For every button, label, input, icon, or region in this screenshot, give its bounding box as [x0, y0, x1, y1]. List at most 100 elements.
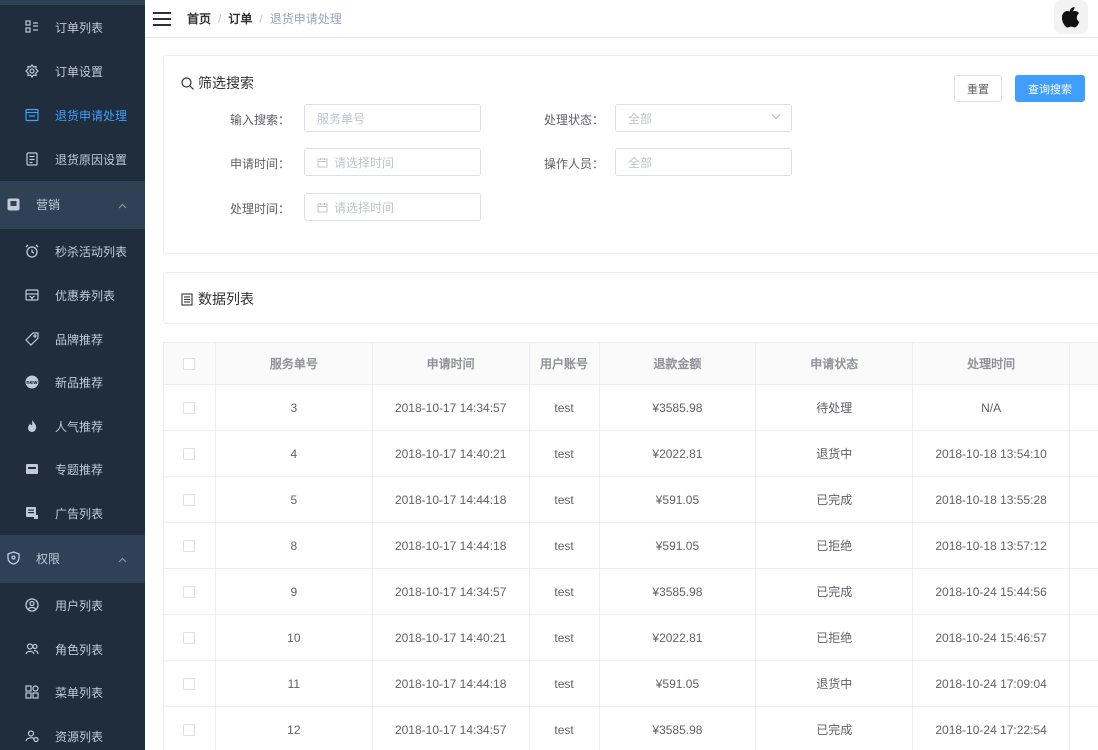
sidebar-item-order-setting[interactable]: 订单设置 — [0, 49, 145, 93]
order-list-icon — [24, 19, 40, 35]
table-cell-extra — [1070, 661, 1098, 707]
calendar-icon — [317, 157, 328, 168]
list-title-text: 数据列表 — [198, 291, 254, 307]
table-cell: ¥2022.81 — [599, 431, 757, 477]
sidebar-item-topic-recommend[interactable]: 专题推荐 — [0, 447, 145, 491]
table-cell: ¥591.05 — [599, 477, 757, 523]
table-cell: test — [529, 661, 600, 707]
table-cell: 2018-10-17 14:34:57 — [372, 569, 530, 615]
sidebar-item-hot-recommend[interactable]: 人气推荐 — [0, 404, 145, 448]
table-cell: 2018-10-18 13:55:28 — [913, 477, 1070, 523]
table-cell: 2018-10-24 15:44:56 — [913, 569, 1070, 615]
sidebar-item-flash-sale[interactable]: 秒杀活动列表 — [0, 229, 145, 273]
search-button[interactable]: 查询搜索 — [1015, 75, 1085, 102]
row-checkbox[interactable] — [183, 493, 196, 506]
table-cell: 2018-10-17 14:34:57 — [373, 707, 530, 750]
sidebar-item-label: 退货原因设置 — [55, 152, 128, 167]
table-cell: 2018-10-24 17:22:54 — [913, 707, 1070, 750]
table-cell: 2018-10-17 14:34:57 — [372, 385, 530, 431]
sidebar-item-label: 专题推荐 — [55, 462, 104, 477]
operator-label: 操作人员： — [543, 157, 604, 171]
table-row: 10 2018-10-17 14:40:21 test ¥2022.81 已拒绝 2018… — [164, 615, 1098, 661]
sidebar-group-marketing[interactable]: 营销 — [0, 181, 145, 227]
sidebar-item-new-recommend[interactable]: new 新品推荐 — [0, 360, 145, 404]
sidebar-item-label: 退货申请处理 — [55, 108, 128, 123]
table-cell: ¥591.05 — [599, 661, 757, 707]
reset-button[interactable]: 重置 — [954, 75, 1002, 102]
operator-input[interactable]: 全部 — [615, 148, 792, 176]
table-cell: 已完成 — [756, 569, 914, 615]
role-icon — [24, 641, 40, 657]
table-cell: 已完成 — [756, 707, 914, 750]
navbar: 首页 / 订单 / 退货申请处理 — [145, 0, 1098, 38]
table-cell: 退货中 — [756, 431, 914, 477]
apply-time-picker[interactable]: 请选择时间 — [304, 148, 481, 176]
breadcrumb-home[interactable]: 首页 — [187, 10, 211, 27]
row-checkbox[interactable] — [183, 585, 196, 598]
column-header: 申请状态 — [756, 343, 914, 385]
table-cell: test — [529, 615, 600, 661]
avatar[interactable] — [1054, 0, 1088, 34]
table-row: 3 2018-10-17 14:34:57 test ¥3585.98 待处理 N/A — [164, 385, 1098, 431]
sidebar-item-label: 人气推荐 — [55, 419, 104, 434]
keyword-input[interactable]: 服务单号 — [304, 104, 481, 132]
status-label: 处理状态： — [543, 113, 604, 127]
handle-time-placeholder: 请选择时间 — [334, 200, 395, 215]
table-cell: test — [529, 431, 600, 477]
list-card: 数据列表 — [163, 272, 1098, 324]
apply-time-label: 申请时间： — [229, 157, 290, 171]
table-cell: ¥3585.98 — [599, 569, 757, 615]
sidebar-item-return-apply[interactable]: 退货申请处理 — [0, 93, 145, 137]
ad-icon — [24, 505, 40, 521]
table-cell-extra — [1070, 477, 1098, 523]
handle-time-picker[interactable]: 请选择时间 — [304, 193, 481, 221]
column-header: 处理时间 — [913, 343, 1070, 385]
sidebar-item-return-reason[interactable]: 退货原因设置 — [0, 137, 145, 181]
row-checkbox[interactable] — [183, 401, 196, 414]
sidebar-item-resource-list[interactable]: 资源列表 — [0, 714, 145, 750]
chevron-up-icon — [118, 552, 127, 566]
keyword-label: 输入搜索： — [229, 113, 290, 127]
table-cell-extra — [1070, 385, 1098, 431]
sidebar-item-ad-list[interactable]: 广告列表 — [0, 491, 145, 535]
sidebar-item-menu-list[interactable]: 菜单列表 — [0, 670, 145, 714]
status-value: 全部 — [628, 111, 653, 126]
row-checkbox[interactable] — [183, 723, 196, 736]
sidebar-item-label: 秒杀活动列表 — [55, 244, 128, 259]
breadcrumb-separator: / — [259, 11, 263, 26]
status-select[interactable]: 全部 — [615, 104, 792, 132]
breadcrumb-current: 退货申请处理 — [269, 12, 342, 26]
table-cell-extra — [1070, 523, 1098, 569]
sidebar-group-permission[interactable]: 权限 — [0, 535, 145, 581]
sidebar-item-user-list[interactable]: 用户列表 — [0, 583, 145, 627]
row-checkbox[interactable] — [183, 447, 196, 460]
table-cell: test — [529, 523, 600, 569]
sidebar-item-role-list[interactable]: 角色列表 — [0, 627, 145, 671]
table-body: 3 2018-10-17 14:34:57 test ¥3585.98 待处理 N/A 4 2… — [164, 385, 1098, 750]
row-checkbox[interactable] — [183, 631, 196, 644]
table-cell: ¥2022.81 — [599, 615, 757, 661]
return-apply-table: 服务单号 申请时间 用户账号 退款金额 申请状态 处理时间 3 2018-10-1… — [163, 342, 1098, 750]
row-select-cell — [164, 661, 216, 707]
sidebar-item-order-list[interactable]: 订单列表 — [0, 5, 145, 49]
column-header-extra — [1070, 343, 1098, 385]
row-checkbox[interactable] — [183, 539, 196, 552]
row-checkbox[interactable] — [183, 677, 196, 690]
filter-title-text: 筛选搜索 — [198, 75, 254, 91]
breadcrumb-order[interactable]: 订单 — [228, 10, 252, 27]
row-select-cell — [164, 431, 216, 477]
tag-icon — [24, 331, 40, 347]
select-all-checkbox[interactable] — [183, 357, 196, 370]
table-cell-extra — [1070, 431, 1098, 477]
sidebar-item-brand-recommend[interactable]: 品牌推荐 — [0, 317, 145, 361]
resource-icon — [24, 728, 40, 744]
calendar-icon — [317, 202, 328, 213]
apple-logo-icon — [1062, 6, 1080, 27]
sidebar-item-label: 新品推荐 — [55, 375, 104, 390]
sidebar-item-coupon[interactable]: 优惠券列表 — [0, 273, 145, 317]
hamburger-menu-icon[interactable] — [152, 9, 172, 29]
breadcrumb: 首页 / 订单 / 退货申请处理 — [187, 10, 342, 27]
table-row: 9 2018-10-17 14:34:57 test ¥3585.98 已完成 2018-… — [164, 569, 1098, 615]
column-header: 退款金额 — [599, 343, 757, 385]
select-all-cell — [164, 343, 216, 385]
